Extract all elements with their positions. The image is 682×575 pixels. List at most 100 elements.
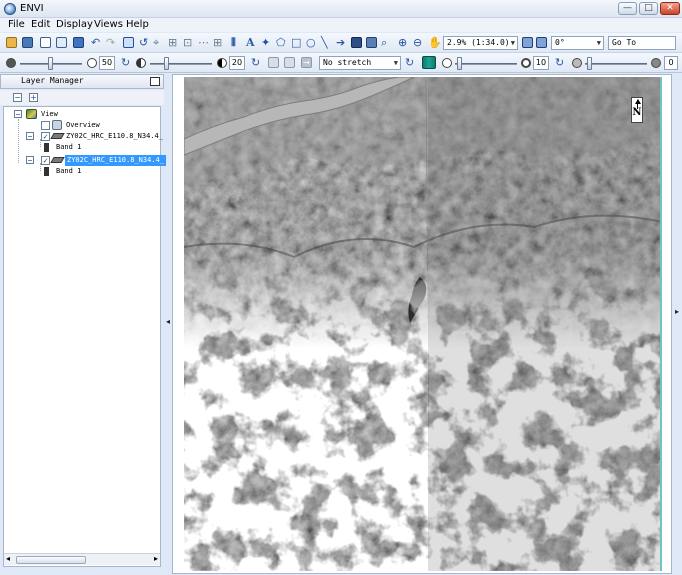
vector-icon[interactable]: ⊡ (183, 35, 192, 50)
layer-2-checkbox[interactable]: ✓ (41, 156, 50, 165)
band-icon (44, 143, 49, 152)
symbol-annotation-icon[interactable]: ✦ (261, 35, 270, 50)
sharpen-slider[interactable] (457, 57, 462, 70)
redo-icon[interactable]: ↷ (106, 35, 115, 50)
north-arrow-icon: N (631, 97, 643, 123)
menu-file[interactable]: File (8, 19, 25, 30)
scroll-right-icon[interactable]: ▸ (154, 554, 158, 563)
collapse-toggle-icon[interactable]: − (14, 110, 22, 119)
overview-checkbox[interactable] (41, 121, 50, 130)
overlay-icon[interactable] (366, 37, 377, 48)
brightness-max-icon (87, 58, 97, 68)
menu-edit[interactable]: Edit (31, 19, 50, 30)
brightness-value[interactable]: 50 (99, 56, 115, 70)
layer-1-checkbox[interactable]: ✓ (41, 132, 50, 141)
collapse-toggle-icon[interactable]: − (26, 132, 34, 141)
pan-icon[interactable]: ✋ (428, 35, 442, 50)
satellite-image[interactable] (184, 77, 662, 571)
reset-contrast-icon[interactable]: ↻ (251, 55, 260, 70)
zoom-out-icon[interactable]: ⊖ (413, 35, 422, 50)
rotate-icon[interactable]: ↺ (139, 35, 148, 50)
open-file-icon[interactable] (6, 37, 17, 48)
line-icon[interactable]: ╲ (321, 35, 328, 50)
contrast-max-icon (217, 58, 227, 68)
transparency-icon (572, 58, 582, 68)
polygon-icon[interactable]: ⬠ (276, 35, 286, 50)
close-button[interactable]: ✕ (660, 2, 680, 15)
histogram-icon[interactable]: ⦀ (231, 35, 236, 50)
tree-item-overview[interactable]: Overview (14, 120, 154, 131)
rotate-cw-icon[interactable] (522, 37, 533, 48)
rotation-select[interactable]: 0° ▼ (551, 36, 604, 50)
reset-brightness-icon[interactable]: ↻ (121, 55, 130, 70)
stretch-apply-icon[interactable]: → (301, 57, 312, 68)
collapse-toggle-icon[interactable]: − (26, 156, 34, 165)
tree-item-layer-2[interactable]: − ✓ ZY02C_HRC_E110.8_N34.4_ (14, 155, 166, 166)
crosshair-icon[interactable]: ⌖ (153, 35, 159, 50)
menu-bar: File Edit Display Views Help (0, 18, 682, 32)
chevron-down-icon: ▼ (510, 39, 515, 47)
float-panel-icon[interactable] (150, 77, 160, 86)
collapse-left-panel-icon[interactable]: ◂ (165, 308, 171, 336)
save-icon[interactable] (22, 37, 33, 48)
sharpen-value[interactable]: 10 (533, 56, 549, 70)
arrow-annotation-icon[interactable]: ➔ (336, 35, 345, 50)
menu-display[interactable]: Display (56, 19, 93, 30)
view-icon (26, 109, 37, 119)
main-toolbar: ↶ ↷ ↺ ⌖ ⊞ ⊡ ⋯ ⊞ ⦀ A ✦ ⬠ □ ○ ╲ ➔ ⌕ ⊕ ⊖ ✋ … (0, 33, 682, 53)
tree-item-layer-1[interactable]: − ✓ ZY02C_HRC_E110.8_N34.4_ (14, 131, 163, 142)
stretch-type-select[interactable]: No stretch ▼ (319, 56, 401, 70)
layer-tree-scrollbar[interactable]: ◂ ▸ (4, 553, 160, 565)
tree-item-view[interactable]: − View (14, 109, 154, 120)
brightness-icon (6, 58, 16, 68)
raster-layer-icon (50, 133, 65, 139)
menu-help[interactable]: Help (126, 19, 149, 30)
stretch-linear-icon[interactable] (268, 57, 279, 68)
tree-item-band-1[interactable]: Band 1 (14, 166, 154, 177)
maximize-button[interactable]: □ (639, 2, 658, 15)
reset-stretch-icon[interactable]: ↻ (405, 55, 414, 70)
roi-icon[interactable]: ⊞ (168, 35, 177, 50)
undo-icon[interactable]: ↶ (91, 35, 100, 50)
print-icon[interactable] (40, 37, 51, 48)
text-annotation-icon[interactable]: A (246, 35, 255, 50)
tree-item-band-1[interactable]: Band 1 (14, 142, 154, 153)
new-view-icon[interactable] (56, 37, 67, 48)
ellipse-icon[interactable]: ○ (306, 35, 316, 50)
expand-all-icon[interactable]: + (29, 93, 38, 102)
collapse-right-panel-icon[interactable]: ▸ (674, 298, 680, 326)
contrast-slider[interactable] (164, 57, 169, 70)
picture-icon[interactable] (351, 37, 362, 48)
collapse-all-icon[interactable]: − (13, 93, 22, 102)
view-grid-icon[interactable] (73, 37, 84, 48)
display-toolbar: 50 ↻ 20 ↻ → No stretch ▼ ↻ 10 ↻ 0 (0, 53, 682, 73)
window-title: ENVI (20, 3, 44, 14)
raster-layer-icon (50, 157, 65, 163)
sharpen-icon[interactable] (422, 56, 436, 69)
reset-sharpen-icon[interactable]: ↻ (555, 55, 564, 70)
envi-globe-icon (4, 3, 16, 15)
contrast-value[interactable]: 20 (229, 56, 245, 70)
zoom-tool-icon[interactable]: ⌕ (381, 35, 387, 50)
rotate-ccw-icon[interactable] (536, 37, 547, 48)
overview-icon (52, 120, 62, 130)
pixel-locator-icon[interactable]: ⋯ (198, 35, 209, 50)
transparency-slider[interactable] (587, 57, 592, 70)
measure-icon[interactable]: ⊞ (213, 35, 222, 50)
brightness-slider[interactable] (48, 57, 53, 70)
minimize-button[interactable]: — (618, 2, 637, 15)
stretch-histogram-icon[interactable] (284, 57, 295, 68)
scroll-left-icon[interactable]: ◂ (6, 554, 10, 563)
layer-manager-title: Layer Manager (21, 76, 84, 85)
transparency-value[interactable]: 0 (664, 56, 678, 70)
select-pointer-icon[interactable] (123, 37, 134, 48)
scrollbar-thumb[interactable] (16, 556, 86, 564)
menu-views[interactable]: Views (94, 19, 123, 30)
goto-field[interactable]: Go To (608, 36, 676, 50)
rectangle-icon[interactable]: □ (291, 35, 301, 50)
zoom-in-icon[interactable]: ⊕ (398, 35, 407, 50)
band-icon (44, 167, 49, 176)
sharpen-track (455, 63, 517, 65)
title-bar: ENVI — □ ✕ (0, 0, 682, 18)
zoom-level-select[interactable]: 2.9% (1:34.0) ▼ (443, 36, 518, 50)
